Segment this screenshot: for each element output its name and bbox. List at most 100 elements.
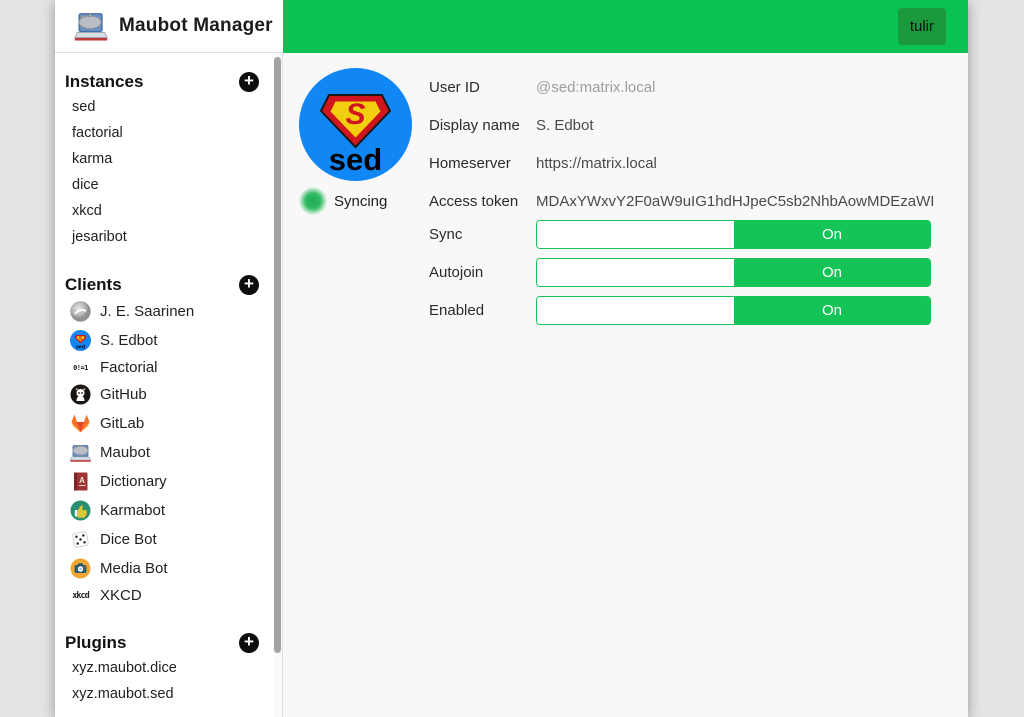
sidebar-item-instance-karma[interactable]: karma — [65, 146, 261, 172]
avatar-shield-letter: S — [345, 98, 365, 131]
user-account-button[interactable]: tulir — [898, 8, 946, 45]
enabled-toggle-on-half[interactable]: On — [734, 297, 930, 324]
client-profile-column: S sed Syncing — [299, 68, 429, 702]
sidebar-item-instance-dice[interactable]: dice — [65, 172, 261, 198]
sidebar-item-instance-xkcd[interactable]: xkcd — [65, 198, 261, 224]
client-label: Dictionary — [100, 473, 167, 490]
field-label: Homeserver — [429, 155, 536, 172]
access-token-value[interactable]: MDAxYWxvY2F0aW9uIG1hdHJpeC5sb2NhbAowMDEz… — [536, 193, 934, 210]
section-instances-header: Instances + — [65, 72, 261, 94]
add-plugin-icon[interactable]: + — [239, 633, 259, 653]
sidebar-item-instance-factorial[interactable]: factorial — [65, 120, 261, 146]
sidebar-item-client-factorial[interactable]: 0!=1 Factorial — [65, 355, 261, 380]
camera-icon — [70, 558, 91, 579]
status-dot-icon — [299, 187, 327, 215]
sync-toggle-on-half[interactable]: On — [734, 221, 930, 248]
sidebar-item-plugin-dice[interactable]: xyz.maubot.dice — [65, 655, 261, 681]
sidebar-item-client-gitlab[interactable]: GitLab — [65, 409, 261, 438]
user-id-value: @sed:matrix.local — [536, 79, 655, 96]
autojoin-toggle-on-half[interactable]: On — [734, 259, 930, 286]
app-body: Instances + sed factorial karma dice xkc… — [55, 53, 968, 717]
sidebar: Instances + sed factorial karma dice xkc… — [55, 53, 283, 717]
field-label: Access token — [429, 193, 536, 210]
sidebar-item-client-github[interactable]: GitHub — [65, 380, 261, 409]
client-label: Dice Bot — [100, 531, 157, 548]
avatar-text: sed — [329, 142, 382, 177]
sidebar-item-client-mediabot[interactable]: Media Bot — [65, 554, 261, 583]
toggle-label: Autojoin — [429, 264, 536, 281]
field-row-display-name: Display name S. Edbot — [429, 106, 938, 144]
client-label: S. Edbot — [100, 332, 158, 349]
client-label: XKCD — [100, 587, 142, 604]
xkcd-logo-icon: xkcd — [70, 591, 91, 601]
sidebar-item-client-maubot[interactable]: Maubot — [65, 438, 261, 467]
client-label: Media Bot — [100, 560, 168, 577]
sync-toggle-off-half[interactable] — [537, 221, 734, 248]
app-window: Maubot Manager tulir Instances + sed fac… — [55, 0, 968, 717]
svg-text:sed: sed — [76, 345, 85, 351]
sidebar-item-instance-jesaribot[interactable]: jesaribot — [65, 224, 261, 250]
top-bar: Maubot Manager tulir — [55, 0, 968, 53]
client-label: Maubot — [100, 444, 150, 461]
client-fields-column: User ID @sed:matrix.local Display name S… — [429, 68, 938, 702]
app-title: Maubot Manager — [119, 15, 273, 37]
client-label: GitLab — [100, 415, 144, 432]
sidebar-item-client-xkcd[interactable]: xkcd XKCD — [65, 583, 261, 608]
sidebar-list: Instances + sed factorial karma dice xkc… — [55, 53, 273, 717]
section-instances: Instances + sed factorial karma dice xkc… — [55, 62, 273, 250]
field-label: User ID — [429, 79, 536, 96]
toggle-row-enabled: Enabled On — [429, 296, 938, 325]
enabled-toggle-off-half[interactable] — [537, 297, 734, 324]
red-book-icon: A — [70, 471, 91, 492]
factorial-formula-icon: 0!=1 — [70, 364, 91, 372]
superman-sed-avatar-icon: S sed — [70, 330, 91, 351]
svg-text:A: A — [79, 476, 85, 485]
client-label: GitHub — [100, 386, 147, 403]
homeserver-value[interactable]: https://matrix.local — [536, 155, 657, 172]
toggle-row-sync: Sync On — [429, 220, 938, 249]
add-instance-icon[interactable]: + — [239, 72, 259, 92]
section-title: Plugins — [65, 633, 126, 653]
toggle-row-autojoin: Autojoin On — [429, 258, 938, 287]
maubot-logo-icon — [74, 11, 108, 42]
top-bar-brand: Maubot Manager — [55, 0, 283, 53]
sidebar-scrollbar[interactable] — [273, 53, 282, 717]
sidebar-scrollbar-thumb[interactable] — [274, 57, 281, 653]
section-plugins: Plugins + xyz.maubot.dice xyz.maubot.sed — [55, 623, 273, 707]
autojoin-toggle[interactable]: On — [536, 258, 931, 287]
client-label: J. E. Saarinen — [100, 303, 194, 320]
sidebar-item-client-dictionary[interactable]: A Dictionary — [65, 467, 261, 496]
sync-status: Syncing — [299, 187, 429, 215]
client-avatar: S sed — [299, 68, 412, 181]
field-label: Display name — [429, 117, 536, 134]
thumbs-up-icon — [70, 500, 91, 521]
dice-icon — [70, 529, 91, 550]
section-clients-header: Clients + — [65, 275, 261, 297]
field-row-user-id: User ID @sed:matrix.local — [429, 68, 938, 106]
client-detail-pane: S sed Syncing User ID @sed:matrix.local … — [283, 53, 968, 717]
github-octocat-icon — [70, 384, 91, 405]
display-name-value[interactable]: S. Edbot — [536, 117, 594, 134]
section-title: Instances — [65, 72, 143, 92]
sidebar-item-plugin-sed[interactable]: xyz.maubot.sed — [65, 681, 261, 707]
autojoin-toggle-off-half[interactable] — [537, 259, 734, 286]
add-client-icon[interactable]: + — [239, 275, 259, 295]
sidebar-item-instance-sed[interactable]: sed — [65, 94, 261, 120]
section-plugins-header: Plugins + — [65, 633, 261, 655]
section-clients: Clients + J. E. Saarinen — [55, 265, 273, 608]
person-avatar-icon — [70, 301, 91, 322]
toggle-label: Sync — [429, 226, 536, 243]
top-bar-actions: tulir — [283, 0, 968, 53]
gitlab-fox-icon — [70, 413, 91, 434]
section-title: Clients — [65, 275, 122, 295]
client-label: Karmabot — [100, 502, 165, 519]
sidebar-item-client-sedbot[interactable]: S sed S. Edbot — [65, 326, 261, 355]
sidebar-item-client-dicebot[interactable]: Dice Bot — [65, 525, 261, 554]
sync-toggle[interactable]: On — [536, 220, 931, 249]
toggle-label: Enabled — [429, 302, 536, 319]
enabled-toggle[interactable]: On — [536, 296, 931, 325]
sidebar-item-client-saarinen[interactable]: J. E. Saarinen — [65, 297, 261, 326]
maubot-cat-laptop-icon — [70, 442, 91, 463]
field-row-homeserver: Homeserver https://matrix.local — [429, 144, 938, 182]
sidebar-item-client-karmabot[interactable]: Karmabot — [65, 496, 261, 525]
